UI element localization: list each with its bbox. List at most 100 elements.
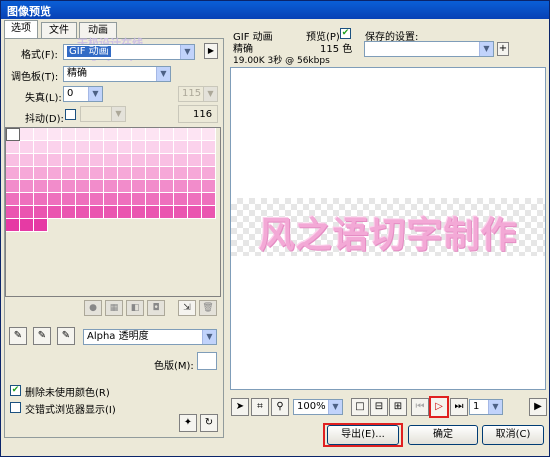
color-swatch[interactable] <box>118 154 132 167</box>
color-swatch[interactable] <box>160 206 174 219</box>
add-setting-button[interactable]: + <box>497 42 509 56</box>
color-swatch[interactable] <box>132 206 146 219</box>
color-swatch[interactable] <box>132 128 146 141</box>
color-swatch[interactable] <box>188 167 202 180</box>
color-swatch[interactable] <box>104 128 118 141</box>
color-swatch[interactable] <box>62 193 76 206</box>
color-swatch[interactable] <box>48 180 62 193</box>
color-swatch[interactable] <box>90 154 104 167</box>
color-swatch[interactable] <box>20 167 34 180</box>
color-swatch[interactable] <box>202 206 216 219</box>
color-swatch[interactable] <box>104 206 118 219</box>
eyedropper-subtract-button[interactable]: ✎ <box>57 327 75 345</box>
color-swatch[interactable] <box>6 219 20 232</box>
color-swatch[interactable] <box>188 141 202 154</box>
tab-options[interactable]: 选项 <box>4 20 38 38</box>
color-swatch[interactable] <box>20 128 34 141</box>
remove-unused-checkbox[interactable]: ✔ <box>10 385 21 396</box>
color-swatch[interactable] <box>20 141 34 154</box>
format-select[interactable]: GIF 动画 ▼ <box>63 44 195 60</box>
color-swatch[interactable] <box>160 180 174 193</box>
eyedropper-button[interactable]: ✎ <box>9 327 27 345</box>
color-table[interactable] <box>5 127 221 297</box>
color-swatch[interactable] <box>202 141 216 154</box>
view-1-up-button[interactable]: □ <box>351 398 369 416</box>
color-swatch[interactable] <box>48 154 62 167</box>
color-swatch[interactable] <box>132 141 146 154</box>
color-swatch[interactable] <box>76 128 90 141</box>
dither-checkbox[interactable] <box>65 109 76 120</box>
color-swatch[interactable] <box>146 167 160 180</box>
wizard-button[interactable]: ✦ <box>179 414 197 432</box>
color-swatch[interactable] <box>48 141 62 154</box>
color-swatch[interactable] <box>188 206 202 219</box>
play-button[interactable]: ▷ <box>429 396 449 418</box>
color-swatch[interactable] <box>104 193 118 206</box>
cancel-button[interactable]: 取消(C) <box>482 425 544 445</box>
color-swatch[interactable] <box>6 167 20 180</box>
color-swatch[interactable] <box>104 141 118 154</box>
color-swatch[interactable] <box>20 180 34 193</box>
color-swatch[interactable] <box>34 193 48 206</box>
color-swatch[interactable] <box>48 193 62 206</box>
pointer-tool-button[interactable]: ➤ <box>231 398 249 416</box>
color-swatch[interactable] <box>34 219 48 232</box>
color-swatch[interactable] <box>188 180 202 193</box>
color-swatch[interactable] <box>202 193 216 206</box>
color-swatch[interactable] <box>118 206 132 219</box>
color-swatch[interactable] <box>90 128 104 141</box>
color-swatch[interactable] <box>90 206 104 219</box>
color-swatch[interactable] <box>48 128 62 141</box>
color-swatch[interactable] <box>146 193 160 206</box>
color-swatch[interactable] <box>20 219 34 232</box>
expand-button[interactable]: ▶ <box>529 398 547 416</box>
color-swatch[interactable] <box>118 141 132 154</box>
matte-color-button[interactable] <box>197 352 217 370</box>
color-swatch[interactable] <box>76 141 90 154</box>
color-swatch[interactable] <box>6 180 20 193</box>
frame-select[interactable]: 1 ▼ <box>469 399 503 415</box>
color-swatch[interactable] <box>188 193 202 206</box>
color-swatch[interactable] <box>174 180 188 193</box>
color-swatch[interactable] <box>20 193 34 206</box>
color-swatch[interactable] <box>62 141 76 154</box>
color-swatch[interactable] <box>160 128 174 141</box>
color-swatch[interactable] <box>202 128 216 141</box>
optimize-button[interactable]: ↻ <box>200 414 218 432</box>
color-swatch[interactable] <box>62 167 76 180</box>
color-swatch[interactable] <box>20 206 34 219</box>
palette-add-button[interactable]: ⇲ <box>178 300 196 316</box>
color-swatch[interactable] <box>104 167 118 180</box>
color-swatch[interactable] <box>90 180 104 193</box>
color-swatch[interactable] <box>6 141 20 154</box>
color-swatch[interactable] <box>48 206 62 219</box>
format-menu-button[interactable]: ▶ <box>204 43 218 59</box>
color-swatch[interactable] <box>20 154 34 167</box>
color-swatch[interactable] <box>76 180 90 193</box>
color-swatch[interactable] <box>62 206 76 219</box>
view-4-up-button[interactable]: ⊞ <box>389 398 407 416</box>
zoom-tool-button[interactable]: ⚲ <box>271 398 289 416</box>
preview-checkbox[interactable]: ✔ <box>340 28 351 39</box>
color-swatch[interactable] <box>160 141 174 154</box>
color-swatch[interactable] <box>202 180 216 193</box>
crop-tool-button[interactable]: ⌗ <box>251 398 269 416</box>
color-swatch[interactable] <box>34 167 48 180</box>
color-swatch[interactable] <box>34 128 48 141</box>
color-swatch[interactable] <box>76 167 90 180</box>
color-swatch[interactable] <box>174 167 188 180</box>
export-button[interactable]: 导出(E)... <box>327 425 399 445</box>
color-swatch[interactable] <box>90 167 104 180</box>
color-swatch[interactable] <box>174 193 188 206</box>
zoom-select[interactable]: 100% ▼ <box>293 399 343 415</box>
color-swatch[interactable] <box>62 154 76 167</box>
color-swatch[interactable] <box>160 154 174 167</box>
color-swatch[interactable] <box>146 180 160 193</box>
color-swatch[interactable] <box>202 154 216 167</box>
first-frame-button[interactable]: ⏮ <box>411 398 429 416</box>
color-swatch[interactable] <box>6 193 20 206</box>
color-swatch[interactable] <box>118 167 132 180</box>
color-swatch[interactable] <box>34 180 48 193</box>
interlace-checkbox[interactable] <box>10 402 21 413</box>
color-swatch[interactable] <box>118 180 132 193</box>
